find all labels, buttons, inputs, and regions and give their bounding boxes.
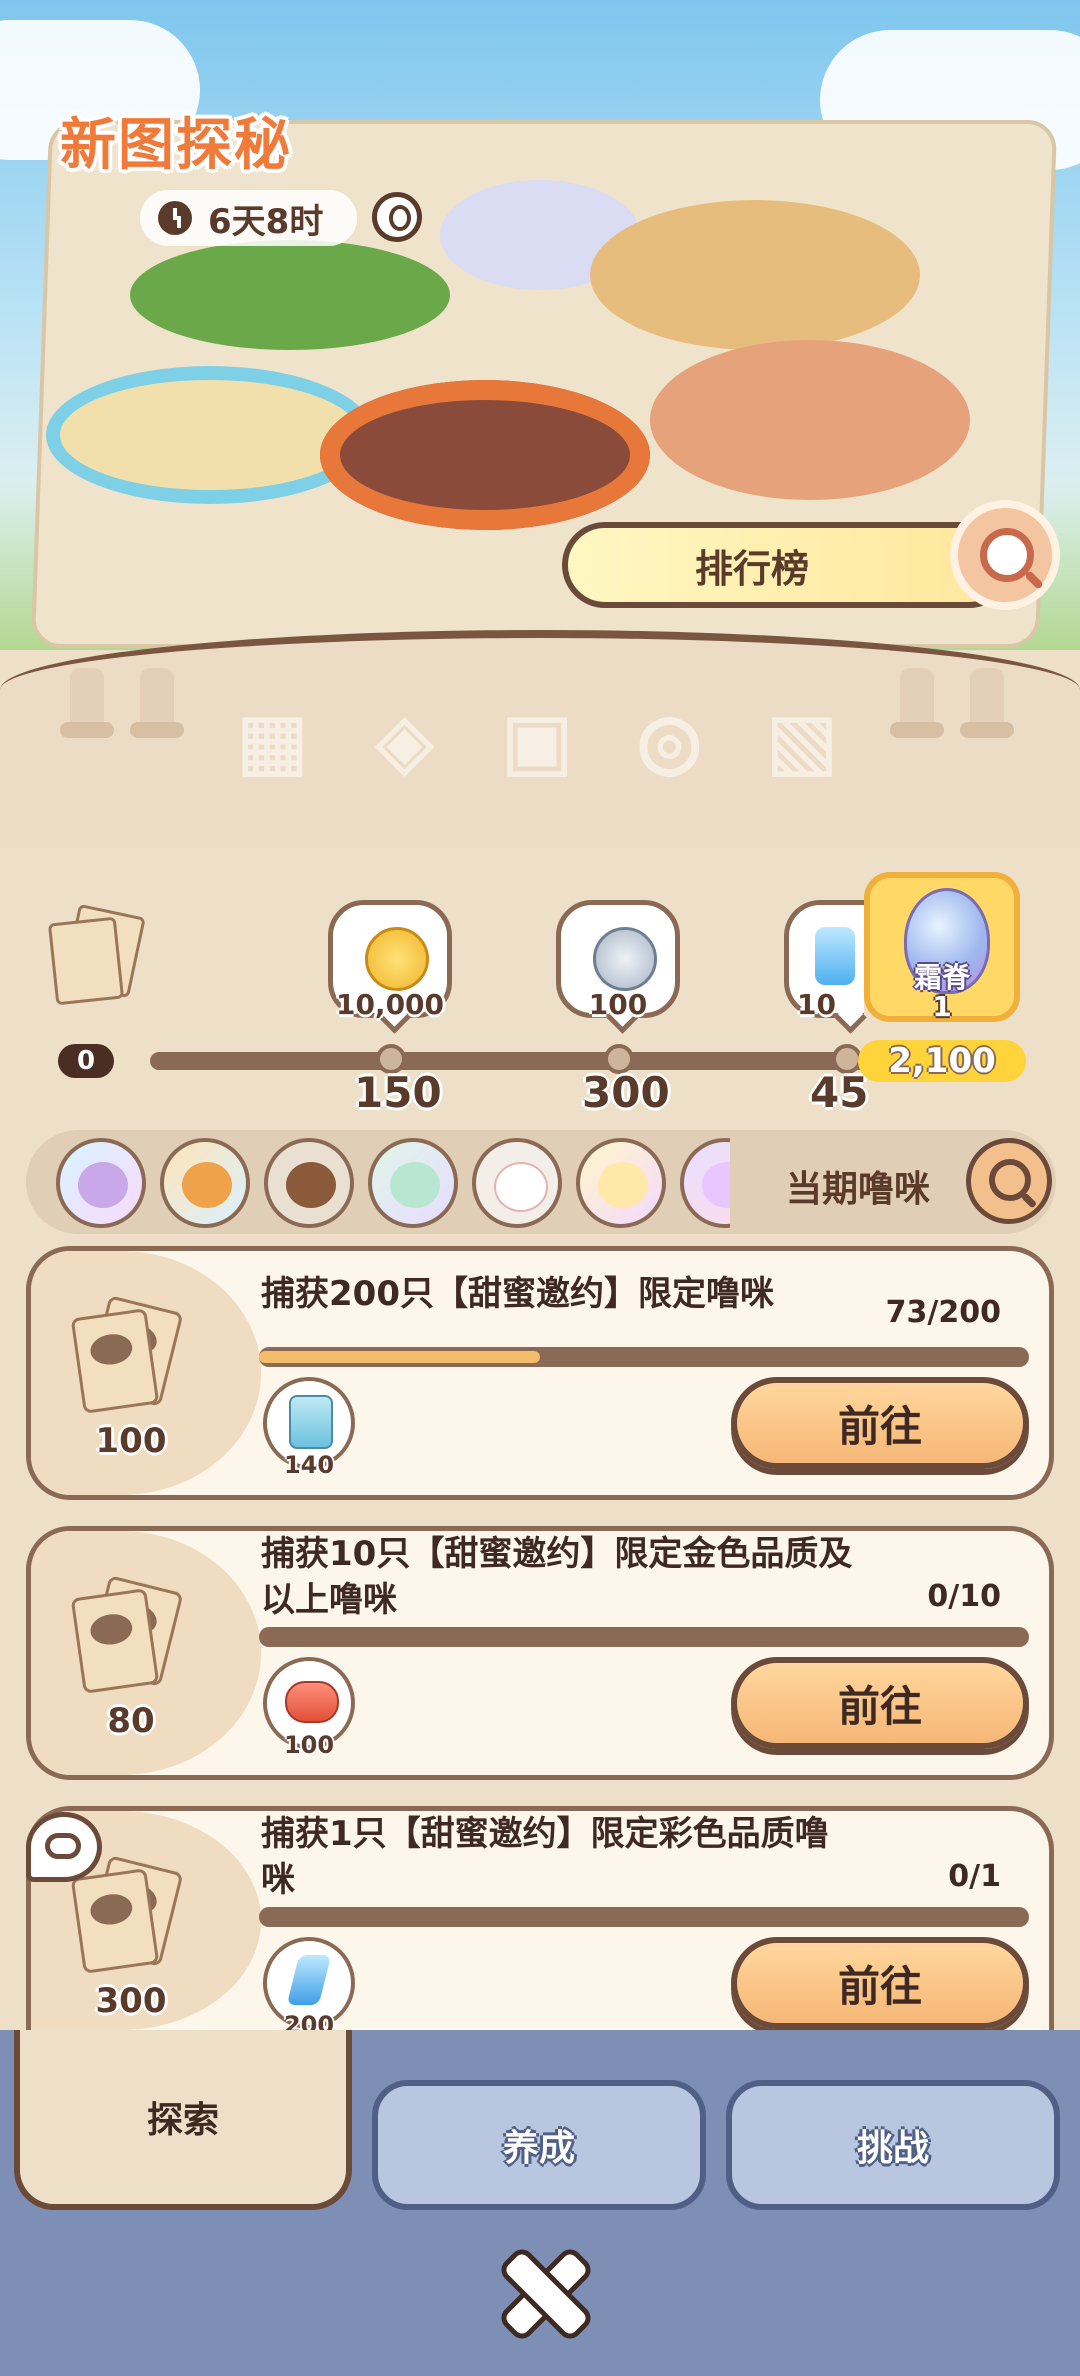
card-icon	[289, 1395, 333, 1449]
task-reward[interactable]: 140	[263, 1377, 355, 1479]
reward-amount: 100	[588, 988, 648, 1021]
tab-label: 挑战	[856, 2128, 929, 2169]
task-card: 80 捕获10只【甜蜜邀约】限定金色品质及以上噜咪 0/10 100 前往	[26, 1526, 1054, 1780]
task-progress-count: 0/10	[927, 1579, 1001, 1614]
task-card: 300 捕获1只【甜蜜邀约】限定彩色品质噜咪 0/1 200 前往	[26, 1806, 1054, 2030]
silver-coin-icon	[593, 927, 657, 991]
milestone-label: 300	[582, 1068, 670, 1117]
task-reward-amount: 140	[283, 1451, 335, 1479]
task-points: 300	[95, 1981, 167, 2021]
current-pets-label: 当期噜咪	[786, 1169, 931, 1210]
magnifier-icon[interactable]	[950, 500, 1060, 610]
go-button-label: 前往	[837, 1401, 922, 1451]
task-go-button[interactable]: 前往	[731, 1937, 1029, 2029]
task-reward-amount: 200	[283, 2011, 335, 2030]
close-icon[interactable]	[498, 2246, 584, 2332]
progress-start-value: 0	[58, 1044, 114, 1078]
milestone-reward[interactable]: 100	[556, 900, 680, 1021]
tab-explore[interactable]: 探索	[14, 2030, 352, 2210]
pet-avatar[interactable]	[472, 1138, 562, 1228]
search-icon[interactable]	[966, 1138, 1052, 1224]
forest-island	[130, 240, 450, 350]
milestone-label: 45	[810, 1068, 869, 1117]
refresh-icon[interactable]	[26, 1812, 102, 1882]
task-card: 100 捕获200只【甜蜜邀约】限定噜咪 73/200 140 前往	[26, 1246, 1054, 1500]
fence-post	[890, 668, 944, 738]
page-title: 新图探秘	[60, 113, 292, 178]
lightning-icon	[286, 1955, 332, 2005]
tab-label: 探索	[146, 2100, 219, 2141]
beach-island	[60, 380, 360, 490]
pet-avatar[interactable]	[680, 1138, 730, 1228]
go-button-label: 前往	[837, 1681, 922, 1731]
pet-avatar[interactable]	[160, 1138, 250, 1228]
crystal-icon	[815, 927, 855, 985]
info-icon[interactable]	[372, 192, 422, 242]
final-reward[interactable]: 霜脊 1	[864, 872, 1020, 1023]
timer-text: 6天8时	[208, 201, 324, 242]
reward-amount: 10	[797, 988, 836, 1021]
milestone-reward[interactable]: 10,000	[328, 900, 452, 1021]
fence-post	[960, 668, 1014, 738]
final-reward-count: 1	[932, 990, 952, 1023]
volcano-island	[320, 380, 650, 530]
letter-stack-icon	[47, 903, 146, 1006]
task-title: 捕获1只【甜蜜邀约】限定彩色品质噜咪	[261, 1814, 829, 1900]
tab-challenge[interactable]: 挑战	[726, 2080, 1060, 2210]
final-milestone-score: 2,100	[858, 1040, 1026, 1082]
gold-coin-icon	[365, 927, 429, 991]
task-points: 80	[107, 1701, 155, 1741]
task-reward[interactable]: 200	[263, 1937, 355, 2030]
fence-post	[130, 668, 184, 738]
task-title: 捕获200只【甜蜜邀约】限定噜咪	[261, 1274, 774, 1314]
task-progress-count: 73/200	[885, 1295, 1001, 1330]
task-progress-bar	[259, 1907, 1029, 1927]
pet-avatar[interactable]	[56, 1138, 146, 1228]
task-progress-bar	[259, 1347, 1029, 1367]
ranking-label: 排行榜	[694, 546, 809, 591]
event-timer: 6天8时	[140, 190, 358, 246]
pet-avatar[interactable]	[368, 1138, 458, 1228]
task-reward[interactable]: 100	[263, 1657, 355, 1759]
task-progress-fill	[259, 1351, 541, 1363]
letter-stack-icon	[70, 1855, 191, 1979]
milestone-label: 150	[354, 1068, 442, 1117]
fence-post	[60, 668, 114, 738]
pet-avatar[interactable]	[576, 1138, 666, 1228]
ranking-button[interactable]: 排行榜	[562, 522, 1012, 608]
task-progress-bar	[259, 1627, 1029, 1647]
candy-icon	[285, 1681, 339, 1723]
canyon-island	[650, 340, 970, 500]
task-reward-amount: 100	[283, 1731, 335, 1759]
task-title: 捕获10只【甜蜜邀约】限定金色品质及以上噜咪	[261, 1534, 853, 1620]
go-button-label: 前往	[837, 1961, 922, 2011]
reward-amount: 10,000	[335, 988, 445, 1021]
milestone-reward[interactable]: 10	[784, 900, 864, 1021]
letter-stack-icon	[70, 1575, 191, 1699]
pets-list[interactable]	[30, 1130, 730, 1234]
desert-island	[590, 200, 920, 350]
task-points: 100	[95, 1421, 167, 1461]
tab-label: 养成	[502, 2128, 575, 2169]
task-progress-count: 0/1	[948, 1859, 1001, 1894]
task-go-button[interactable]: 前往	[731, 1377, 1029, 1469]
banner-decoration: ▦ ◈ ▣ ◎ ▧	[242, 680, 838, 797]
milestone-track	[150, 1052, 870, 1070]
task-go-button[interactable]: 前往	[731, 1657, 1029, 1749]
clock-icon	[158, 201, 192, 235]
tab-develop[interactable]: 养成	[372, 2080, 706, 2210]
letter-stack-icon	[70, 1295, 191, 1419]
pet-avatar[interactable]	[264, 1138, 354, 1228]
